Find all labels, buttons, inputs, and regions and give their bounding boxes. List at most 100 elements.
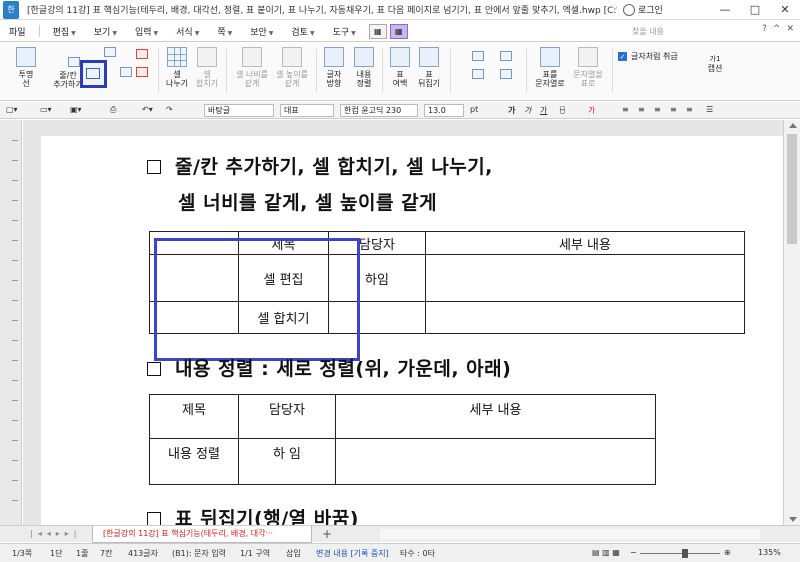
zoom-in-icon[interactable]: ⊕ [724,548,731,557]
border-color-icon[interactable] [500,69,512,79]
text-direction-button[interactable]: 글자 방향 [320,45,348,88]
insert-col-left-button[interactable] [80,60,107,88]
collapse-ribbon-icon[interactable]: ^ [773,24,781,34]
table-cell[interactable] [335,438,656,485]
table-cell[interactable] [425,254,745,302]
menu-page[interactable]: 쪽 ▼ [208,25,241,38]
menu-edit[interactable]: 편집 ▼ [44,25,85,38]
treat-as-char-checkbox[interactable]: ✓ 글자처럼 취급 [618,51,678,62]
table-style-icon[interactable]: ▦ [368,23,387,39]
minimize-button[interactable]: — [710,0,740,20]
menu-format[interactable]: 서식 ▼ [167,25,208,38]
underline-button[interactable]: 가 [540,105,547,116]
chevron-down-icon: ▼ [268,29,274,37]
save-icon[interactable]: ▣▾ [70,105,82,114]
section-heading-1-cont: 셀 너비를 같게, 셀 높이를 같게 [178,192,438,214]
bold-button[interactable]: 가 [508,105,515,116]
delete-row-icon[interactable] [136,49,148,59]
maximize-button[interactable]: □ [740,0,770,20]
tab-nav-arrows[interactable]: |◂◂▸▸| [30,529,81,538]
open-icon[interactable]: ▭▾ [40,105,52,114]
cell-fill-icon[interactable] [472,69,484,79]
vertical-scrollbar[interactable] [783,120,800,525]
table-cell[interactable]: 하 임 [238,438,336,485]
text-to-table-button[interactable]: 문자열을 표로 [568,45,608,88]
login-button[interactable]: 로그인 [623,3,663,16]
table-margin-button[interactable]: 표 여백 [388,45,412,88]
scroll-down-icon [789,517,797,522]
close-doc-icon[interactable]: ✕ [786,24,794,34]
undo-icon[interactable]: ↶▾ [142,105,153,114]
insert-row-above-icon[interactable] [68,57,80,67]
hwp-app-icon[interactable]: 한 [3,0,19,19]
flip-table-button[interactable]: 표 뒤집기 [414,45,444,88]
font-select[interactable]: 한컴 윤고딕 230 [340,104,418,117]
menu-review[interactable]: 검토 ▼ [282,25,323,38]
tab-document[interactable]: [한글강의 11강] 표 핵심기능(테두리, 배경, 대각··· [92,526,312,543]
equal-height-icon [282,47,302,67]
close-button[interactable]: ✕ [770,0,800,20]
table-to-text-icon [540,47,560,67]
merge-cell-button[interactable]: 셀 합치기 [194,45,220,88]
insert-col-right-icon[interactable] [104,47,116,57]
align-content-button[interactable]: 내용 정렬 [350,45,378,88]
caption-button[interactable]: 가1 캡션 [700,55,730,73]
menu-insert[interactable]: 입력 ▼ [126,25,167,38]
table-header-detail[interactable]: 세부 내용 [425,231,745,255]
style-select[interactable]: 바탕글 [204,104,274,117]
chevron-down-icon: ▼ [194,29,200,37]
help-icon[interactable]: ? [762,24,767,34]
text-color-icon[interactable]: 가 [588,105,595,116]
equal-width-button[interactable]: 셀 너비를 같게 [232,45,272,88]
table-layout-icon[interactable]: ▦ [389,23,408,39]
scroll-thumb [787,134,797,244]
transparent-line-button[interactable]: 투명 선 [12,45,40,88]
menu-view[interactable]: 보기 ▼ [85,25,126,38]
view-mode-icons[interactable]: ▤ ▥ ▦ [592,548,620,557]
font-size-input[interactable]: 13.0 [424,104,464,117]
align-left-icon[interactable]: ≡ [622,105,629,114]
status-track-changes[interactable]: 변경 내용 [기록 중지] [316,548,389,559]
horizontal-scrollbar[interactable] [380,529,760,539]
add-tab-button[interactable]: + [322,527,332,541]
print-icon[interactable]: ⎙ [110,105,116,115]
new-doc-icon[interactable]: ▢▾ [6,105,18,114]
table-header-detail[interactable]: 세부 내용 [335,394,656,439]
menu-security[interactable]: 보안 ▼ [241,25,282,38]
zoom-slider[interactable] [640,553,720,554]
italic-button[interactable]: 가 [524,105,531,116]
menu-tools[interactable]: 도구 ▼ [324,25,365,38]
line-spacing-icon[interactable]: ☰ [706,105,713,114]
redo-icon[interactable]: ↷ [166,105,173,114]
table-cell[interactable]: 내용 정렬 [149,438,239,485]
align-center-icon[interactable]: ≡ [638,105,645,114]
delete-col-icon[interactable] [136,67,148,77]
equal-height-button[interactable]: 셀 높이를 같게 [272,45,312,88]
language-select[interactable]: 대표 [280,104,334,117]
table-to-text-button[interactable]: 표를 문자열로 [532,45,568,88]
zoom-level[interactable]: 135% [758,548,781,557]
search-input[interactable]: 찾을 내용 [620,24,710,39]
format-toolbar: ▢▾ ▭▾ ▣▾ ⎙ ↶▾ ↷ 바탕글 대표 한컴 윤고딕 230 13.0 p… [0,102,800,119]
menu-file[interactable]: 파일 [0,25,35,38]
insert-row-below-icon[interactable] [120,67,132,77]
distribute-icon[interactable]: ≡ [686,105,693,114]
status-page[interactable]: 1/3쪽 [12,548,32,559]
table-cell[interactable] [425,301,745,334]
table-header-title[interactable]: 제목 [149,394,239,439]
merge-cell-icon [197,47,217,67]
strike-icon[interactable]: 가̶ [560,105,565,114]
equal-width-icon [242,47,262,67]
status-section: 1단 [50,549,63,558]
align-right-icon[interactable]: ≡ [654,105,661,114]
document-page[interactable]: 줄/칸 추가하기, 셀 합치기, 셀 나누기, 셀 너비를 같게, 셀 높이를 … [41,136,783,525]
table-vertical-align[interactable]: 제목 담당자 세부 내용 내용 정렬 하 임 [149,394,656,485]
zoom-slider-handle[interactable] [682,549,688,558]
table-header-owner[interactable]: 담당자 [238,394,336,439]
justify-icon[interactable]: ≡ [670,105,677,114]
border-icon[interactable] [472,51,484,61]
border-style-icon[interactable] [500,51,512,61]
zoom-out-icon[interactable]: − [630,548,637,557]
split-cell-button[interactable]: 셀 나누기 [164,45,190,88]
status-insert-mode[interactable]: 삽입 [286,548,301,559]
